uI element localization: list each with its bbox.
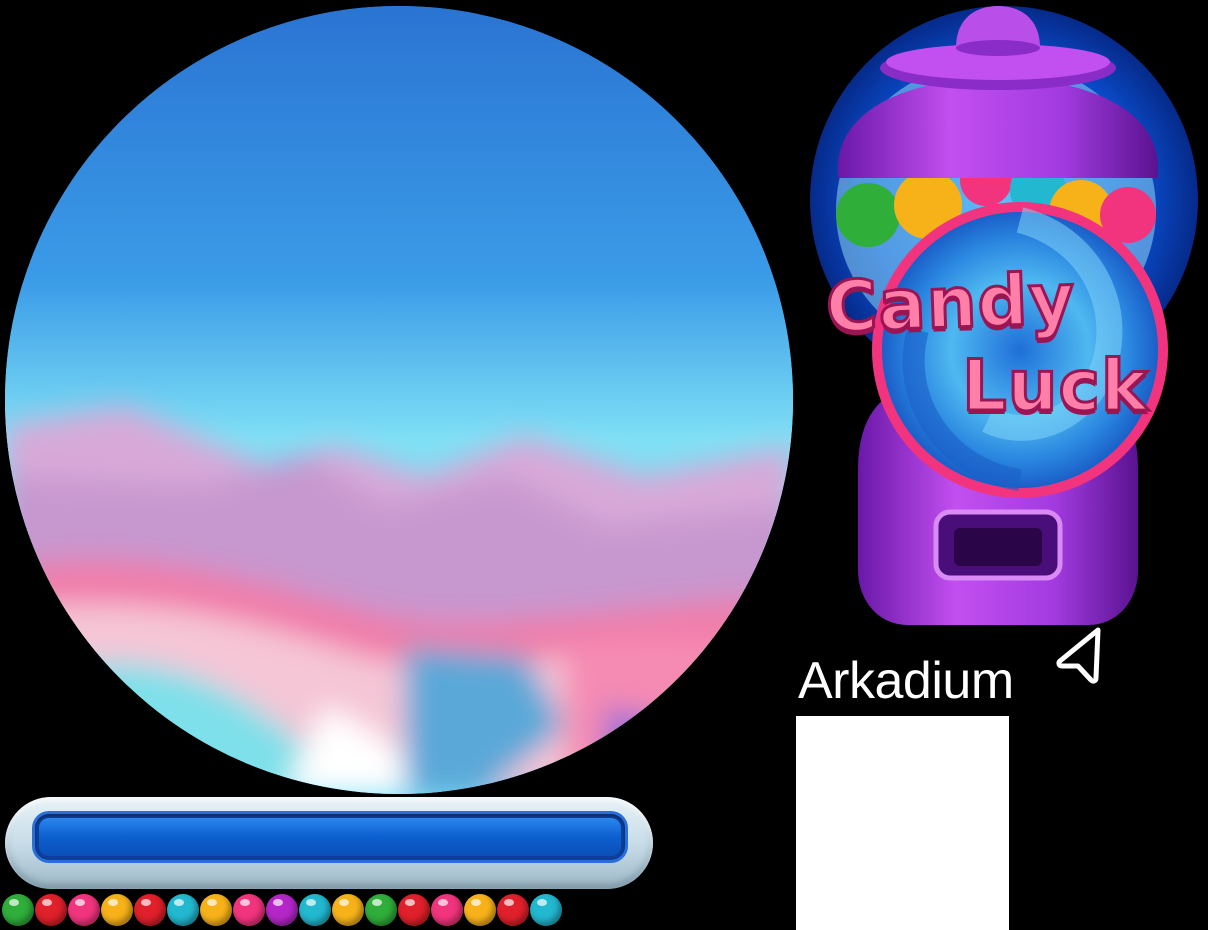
gumball-icon xyxy=(530,894,562,926)
logo-title-line2: Luck xyxy=(961,344,1149,429)
landscape-scene-circle xyxy=(5,6,793,794)
arkadium-logo-icon xyxy=(1056,627,1101,684)
game-loading-screen: Candy Luck Arkadium xyxy=(0,0,1208,930)
logo-title-line1: Candy xyxy=(823,256,1078,350)
gumball-icon xyxy=(233,894,265,926)
gumball-icon xyxy=(167,894,199,926)
gumball-icon xyxy=(2,894,34,926)
gumball-icon xyxy=(398,894,430,926)
gumball-icon xyxy=(101,894,133,926)
arkadium-wordmark: Arkadium xyxy=(798,652,1014,710)
progress-track xyxy=(35,814,625,860)
gumball-icon xyxy=(299,894,331,926)
loading-progress-bar xyxy=(5,797,653,889)
gumball-icon xyxy=(35,894,67,926)
gumball-icon xyxy=(332,894,364,926)
gumball-icon xyxy=(68,894,100,926)
gumball-icon xyxy=(200,894,232,926)
gumball-icon xyxy=(464,894,496,926)
gumball-icon xyxy=(431,894,463,926)
gumball-icon xyxy=(365,894,397,926)
gumball-icon xyxy=(266,894,298,926)
candy-landscape-icon xyxy=(5,6,793,794)
gumball-icon xyxy=(134,894,166,926)
white-placeholder-panel xyxy=(796,716,1009,930)
gumball-icon xyxy=(497,894,529,926)
progress-fill xyxy=(39,818,621,856)
gumball-row xyxy=(2,894,562,928)
